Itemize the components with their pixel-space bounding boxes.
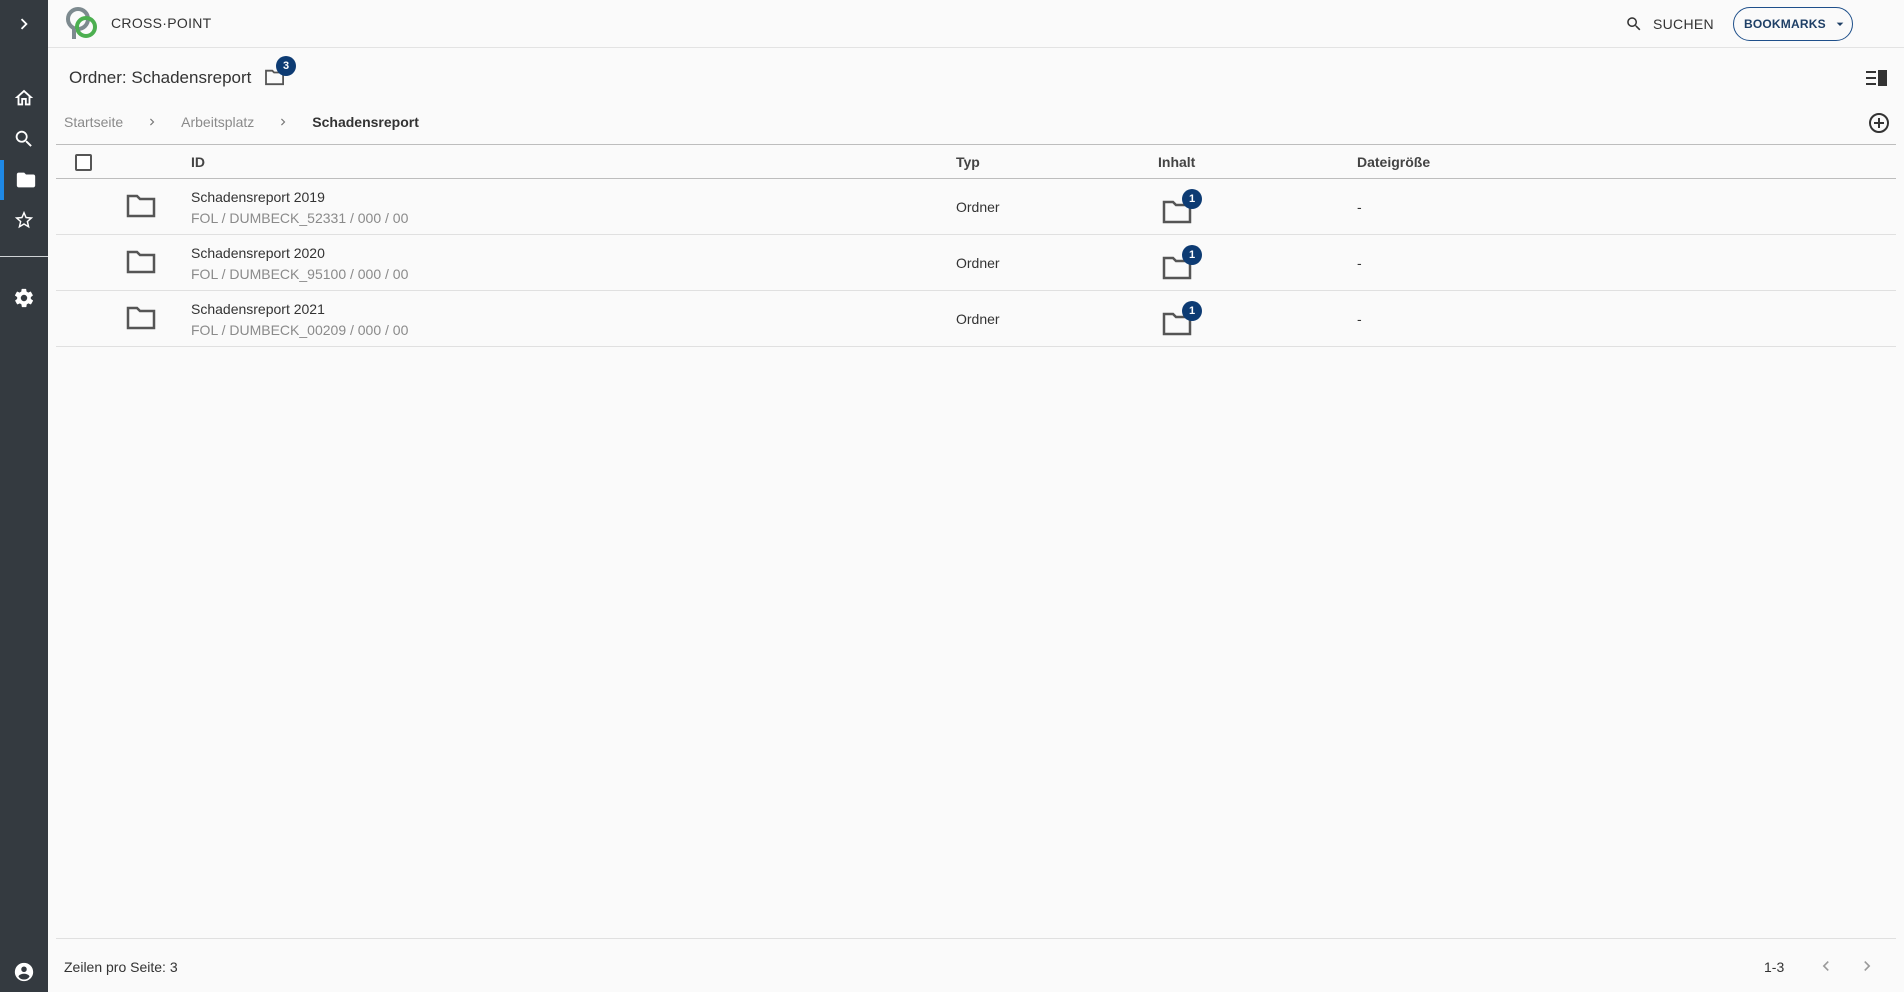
breadcrumb-current: Schadensreport: [312, 114, 419, 130]
row-path: FOL / DUMBECK_95100 / 000 / 00: [191, 266, 409, 282]
column-header-id[interactable]: ID: [191, 154, 205, 170]
nav-item-account[interactable]: [0, 952, 48, 992]
row-path: FOL / DUMBECK_52331 / 000 / 00: [191, 210, 409, 226]
rows-per-page[interactable]: Zeilen pro Seite: 3: [64, 959, 178, 975]
bookmarks-label: BOOKMARKS: [1744, 17, 1826, 31]
breadcrumb-item-startseite[interactable]: Startseite: [64, 114, 123, 130]
table-row[interactable]: Schadensreport 2020 FOL / DUMBECK_95100 …: [56, 235, 1896, 291]
nav-item-favorites[interactable]: [0, 200, 48, 240]
search-button[interactable]: SUCHEN: [1625, 12, 1714, 36]
row-size: -: [1357, 311, 1362, 327]
chevron-left-icon[interactable]: [1816, 956, 1836, 976]
row-type: Ordner: [956, 199, 1000, 215]
page-title: Ordner: Schadensreport: [69, 68, 252, 87]
table-row[interactable]: Schadensreport 2019 FOL / DUMBECK_52331 …: [56, 179, 1896, 235]
view-list-icon[interactable]: [1866, 68, 1888, 88]
content-table: ID Typ Inhalt Dateigröße Schadensreport …: [56, 144, 1896, 347]
row-type: Ordner: [956, 311, 1000, 327]
app-name: CROSS·POINT: [111, 15, 212, 31]
column-header-inhalt[interactable]: Inhalt: [1158, 154, 1195, 170]
select-all-checkbox[interactable]: [75, 154, 92, 171]
home-icon: [14, 89, 34, 106]
nav-item-settings[interactable]: [0, 278, 48, 318]
row-content-indicator[interactable]: 1: [1162, 245, 1202, 281]
row-name: Schadensreport 2019: [191, 189, 325, 205]
gear-icon: [14, 288, 34, 308]
account-icon: [14, 962, 34, 982]
star-icon: [14, 210, 34, 229]
folder-outline-icon: [126, 250, 156, 274]
chevron-right-icon: [20, 18, 28, 30]
row-size: -: [1357, 199, 1362, 215]
chevron-right-icon: [150, 118, 155, 126]
expand-nav-button[interactable]: [0, 4, 48, 44]
search-icon: [1627, 17, 1641, 31]
search-label: SUCHEN: [1653, 16, 1714, 32]
content-count-badge: 1: [1182, 301, 1202, 321]
row-name: Schadensreport 2020: [191, 245, 325, 261]
breadcrumb-item-arbeitsplatz[interactable]: Arbeitsplatz: [181, 114, 254, 130]
crosspoint-logo-icon: [66, 7, 97, 39]
table-header: ID Typ Inhalt Dateigröße: [56, 145, 1896, 179]
folder-count-badge: 3: [276, 56, 296, 76]
nav-divider: [0, 256, 48, 257]
folder-count-indicator: 3: [264, 56, 296, 86]
nav-item-home[interactable]: [0, 78, 48, 118]
caret-down-icon: [1836, 22, 1844, 26]
column-header-dateigroesse[interactable]: Dateigröße: [1357, 154, 1430, 170]
folder-outline-icon: [126, 194, 156, 218]
top-bar: CROSS·POINT SUCHEN BOOKMARKS: [48, 0, 1904, 48]
column-header-typ[interactable]: Typ: [956, 154, 980, 170]
row-content-indicator[interactable]: 1: [1162, 189, 1202, 225]
row-type: Ordner: [956, 255, 1000, 271]
add-circle-icon[interactable]: [1867, 111, 1891, 135]
chevron-right-icon: [281, 118, 286, 126]
row-content-indicator[interactable]: 1: [1162, 301, 1202, 337]
chevron-right-icon[interactable]: [1857, 956, 1877, 976]
pagination-range: 1-3: [1764, 959, 1785, 975]
row-size: -: [1357, 255, 1362, 271]
nav-item-search[interactable]: [0, 119, 48, 159]
folder-outline-icon: [126, 306, 156, 330]
table-footer: Zeilen pro Seite: 3 1-3: [56, 938, 1896, 992]
content-count-badge: 1: [1182, 189, 1202, 209]
nav-rail: [0, 0, 48, 992]
nav-item-folder[interactable]: [0, 160, 48, 200]
search-icon: [15, 130, 32, 147]
row-path: FOL / DUMBECK_00209 / 000 / 00: [191, 322, 409, 338]
folder-icon: [16, 172, 36, 188]
breadcrumb: Startseite Arbeitsplatz Schadensreport: [64, 112, 419, 132]
bookmarks-dropdown[interactable]: BOOKMARKS: [1733, 7, 1853, 41]
table-row[interactable]: Schadensreport 2021 FOL / DUMBECK_00209 …: [56, 291, 1896, 347]
row-name: Schadensreport 2021: [191, 301, 325, 317]
content-count-badge: 1: [1182, 245, 1202, 265]
